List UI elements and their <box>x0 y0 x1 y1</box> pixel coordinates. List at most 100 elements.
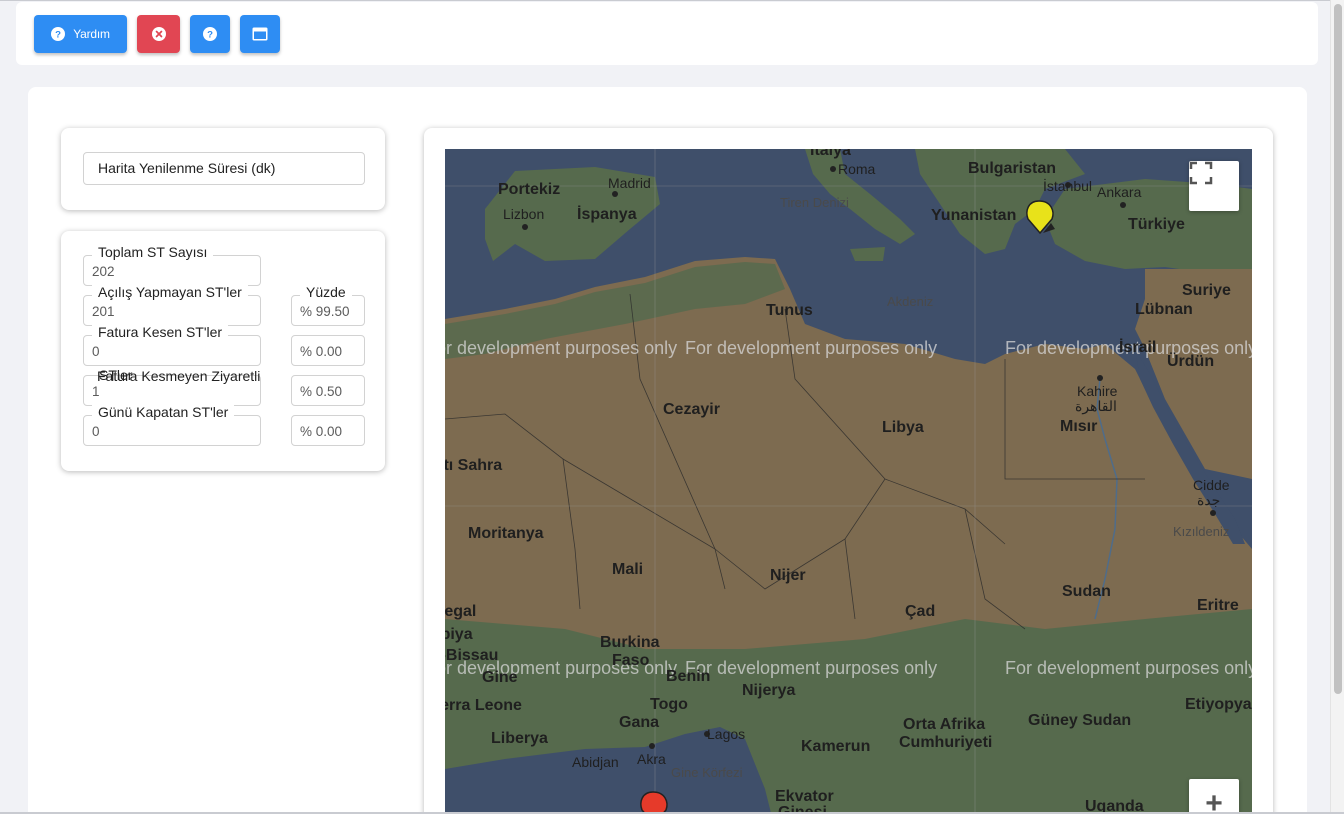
close-button[interactable] <box>137 15 180 53</box>
map-label: Akra <box>637 751 666 767</box>
map-label: İstanbul <box>1043 177 1092 194</box>
not-opened-percent-field[interactable]: Yüzde % 99.50 <box>291 284 365 326</box>
field-value: 1 <box>92 384 100 399</box>
map-label: Tunus <box>766 302 813 319</box>
map-label: Gine Körfezi <box>671 765 743 780</box>
fullscreen-icon <box>1189 161 1213 185</box>
x-circle-icon <box>151 27 166 41</box>
info-button[interactable]: ? <box>190 15 230 53</box>
percent-header: Yüzde <box>300 284 352 300</box>
map-label: Sierra Leone <box>445 697 522 714</box>
map-label: Cidde <box>1193 477 1230 493</box>
map-label: Cezayir <box>663 401 720 418</box>
map-label: Mısır <box>1060 418 1097 435</box>
map-label: Senegal <box>445 603 476 620</box>
map-label: Ankara <box>1097 184 1142 200</box>
page-scrollbar[interactable] <box>1330 0 1344 814</box>
help-button[interactable]: ? Yardım <box>34 15 127 53</box>
map-label: Suriye <box>1182 282 1231 299</box>
map-card: For development purposes only For develo… <box>424 128 1273 814</box>
map-label: Libya <box>882 419 924 436</box>
map-label: Güney Sudan <box>1028 712 1131 729</box>
map-label: Ürdün <box>1167 351 1214 370</box>
field-value: 202 <box>92 264 115 279</box>
invoiced-percent-field[interactable]: % 0.00 <box>291 335 365 366</box>
field-label: Açılış Yapmayan ST'ler <box>92 284 248 300</box>
map-label: Abidjan <box>572 754 619 770</box>
field-value: % 0.00 <box>300 424 343 439</box>
day-closed-st-field[interactable]: Günü Kapatan ST'ler 0 <box>83 404 261 446</box>
map-label: Faso <box>612 652 650 669</box>
map-view[interactable]: For development purposes only For develo… <box>445 149 1252 814</box>
field-value: % 99.50 <box>300 304 350 319</box>
map-label: Kızıldeniz <box>1173 524 1229 539</box>
map-label: Nijerya <box>742 682 795 699</box>
map-label: Yunanistan <box>931 207 1016 224</box>
map-label: Sudan <box>1062 583 1111 600</box>
red-marker[interactable] <box>640 791 668 814</box>
map-label: İspanya <box>577 205 637 223</box>
field-value: % 0.00 <box>300 344 343 359</box>
field-value: % 0.50 <box>300 384 343 399</box>
visited-not-invoiced-percent-field[interactable]: % 0.50 <box>291 375 365 406</box>
map-label: Ekvator <box>775 788 834 805</box>
map-label: Orta Afrika <box>903 716 985 733</box>
not-opened-st-field[interactable]: Açılış Yapmayan ST'ler 201 <box>83 284 261 326</box>
invoiced-st-field[interactable]: Fatura Kesen ST'ler 0 <box>83 324 261 366</box>
stats-card: Toplam ST Sayısı 202 Açılış Yapmayan ST'… <box>61 231 385 471</box>
settings-card: Harita Yenilenme Süresi (dk) <box>61 128 385 210</box>
map-label: İsrail <box>1119 338 1156 356</box>
map-label: Etiyopya <box>1185 696 1252 713</box>
map-label: Kahire <box>1077 383 1118 399</box>
field-label: Toplam ST Sayısı <box>92 244 214 260</box>
fullscreen-button[interactable] <box>1189 161 1239 211</box>
map-label: İtalya <box>810 149 851 159</box>
map-label: Gine-Bissau <box>445 647 498 664</box>
field-label: Günü Kapatan ST'ler <box>92 404 235 420</box>
refresh-interval-field[interactable]: Harita Yenilenme Süresi (dk) <box>83 152 365 185</box>
field-value: 0 <box>92 424 100 439</box>
map-label: Burkina <box>600 634 660 651</box>
map-label: Liberya <box>491 730 548 747</box>
map-label: Togo <box>650 696 688 713</box>
map-watermark: For development purposes only <box>1005 658 1252 678</box>
window-icon <box>252 27 268 41</box>
map-label: Lizbon <box>503 206 544 222</box>
map-label: Lübnan <box>1135 301 1193 318</box>
map-label: Portekiz <box>498 181 560 198</box>
map-label: Çad <box>905 603 935 620</box>
map-label: Madrid <box>608 175 651 191</box>
map-canvas: For development purposes only For develo… <box>445 149 1252 814</box>
map-label: Nijer <box>770 567 806 584</box>
map-label: Gambiya <box>445 626 473 643</box>
main-content: Harita Yenilenme Süresi (dk) Toplam ST S… <box>28 87 1307 814</box>
day-closed-percent-field[interactable]: % 0.00 <box>291 415 365 446</box>
map-label: Lagos <box>707 726 745 742</box>
map-label: Eritre <box>1197 597 1239 614</box>
top-toolbar: ? Yardım ? <box>16 2 1318 65</box>
help-button-label: Yardım <box>73 27 110 41</box>
field-label: Fatura Kesen ST'ler <box>92 324 229 340</box>
window-top-border <box>0 0 1344 1</box>
map-label: جدة <box>1197 492 1220 508</box>
scrollbar-thumb[interactable] <box>1334 4 1342 694</box>
map-label: Bulgaristan <box>968 160 1056 177</box>
svg-text:?: ? <box>55 30 61 41</box>
window-button[interactable] <box>240 15 280 53</box>
map-label: Moritanya <box>468 525 544 542</box>
question-circle-icon: ? <box>203 27 217 41</box>
map-watermark: For development purposes only <box>685 338 937 358</box>
field-value: 201 <box>92 304 115 319</box>
map-label: Kamerun <box>801 738 870 755</box>
total-st-field[interactable]: Toplam ST Sayısı 202 <box>83 244 261 286</box>
map-watermark: For development purposes only <box>445 338 677 358</box>
map-label: Batı Sahra <box>445 457 502 474</box>
field-label: Fatura Kesmeyen Ziyaretli <box>97 368 261 384</box>
map-label: Türkiye <box>1128 216 1185 233</box>
zoom-in-button[interactable]: + <box>1189 779 1239 814</box>
map-label: القاهرة <box>1075 398 1117 415</box>
map-label: Roma <box>838 161 876 177</box>
map-label: Akdeniz <box>887 294 933 309</box>
map-label: Gine <box>482 669 518 686</box>
field-value: 0 <box>92 344 100 359</box>
